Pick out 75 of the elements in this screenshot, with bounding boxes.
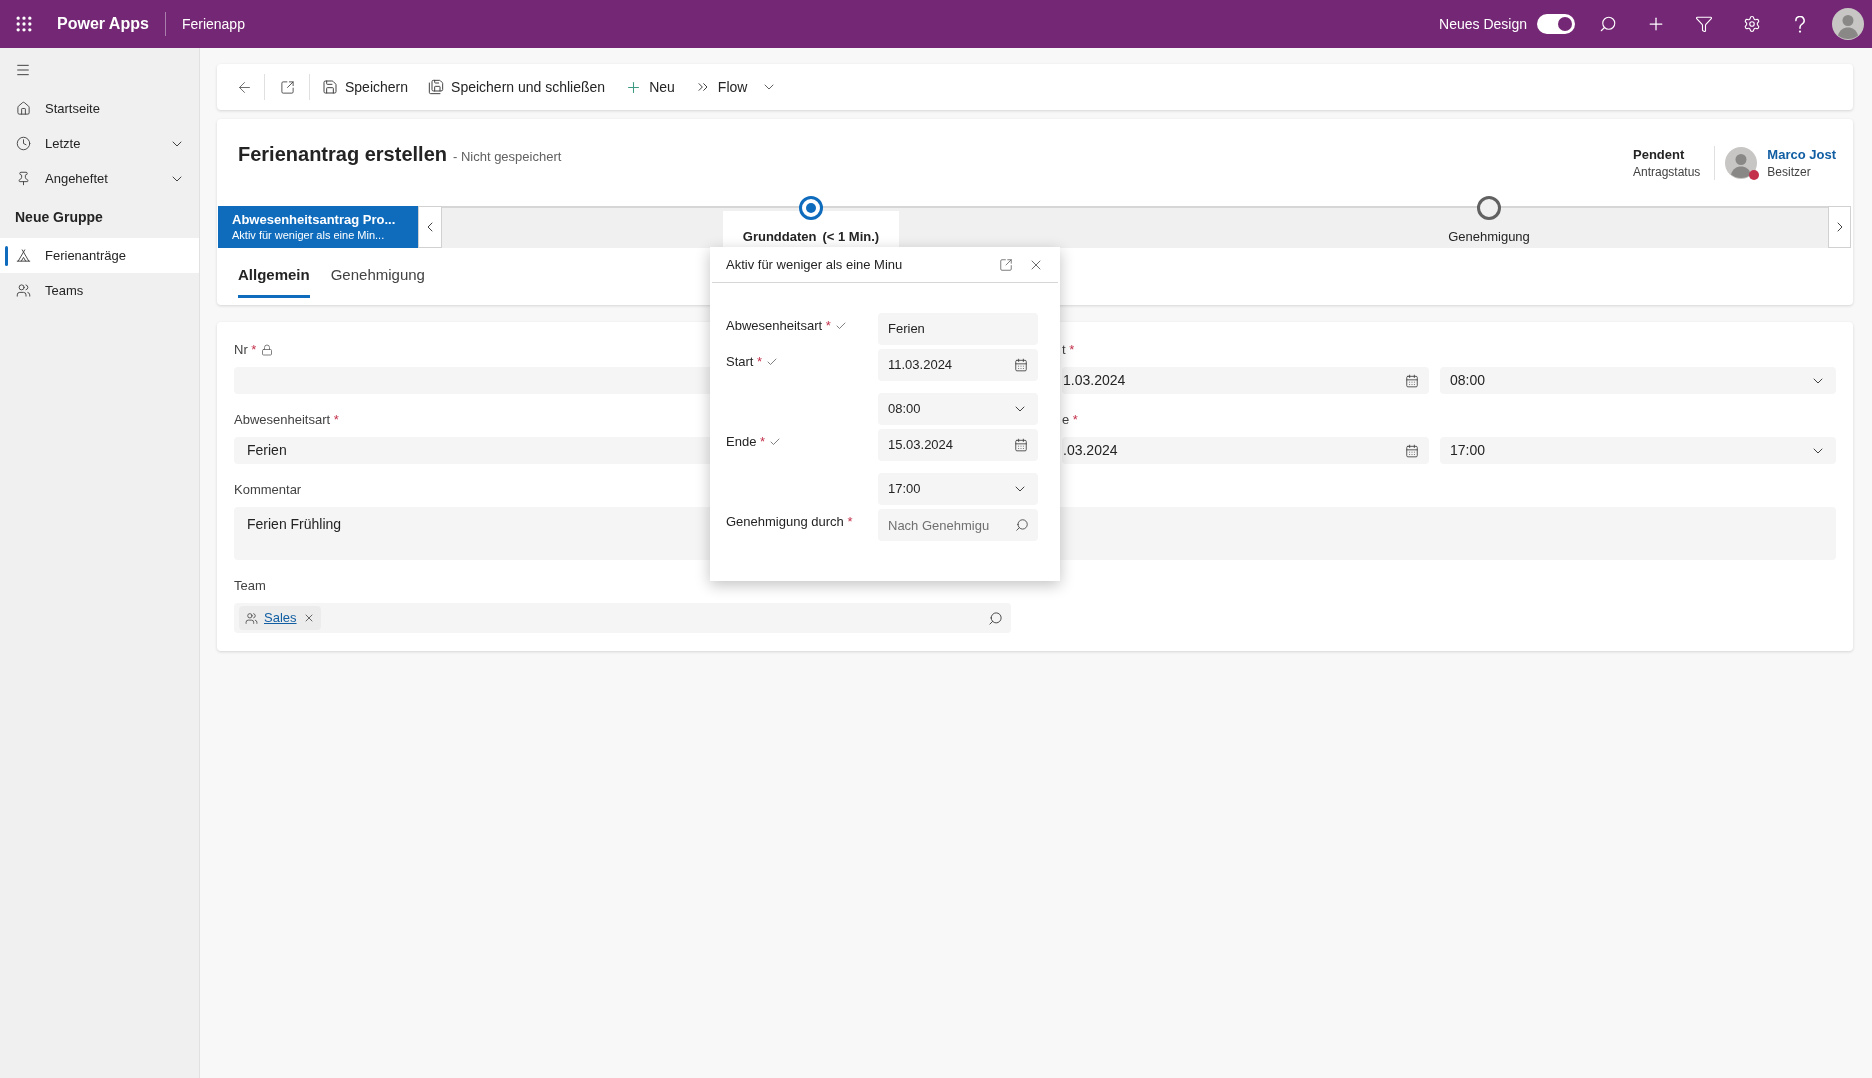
- owner-link[interactable]: Marco Jost: [1767, 146, 1836, 164]
- avatar-icon: [1725, 147, 1758, 179]
- save-and-close-button[interactable]: Speichern und schließen: [420, 71, 614, 103]
- form-tab[interactable]: Genehmigung: [330, 248, 425, 298]
- status-label: Antragstatus: [1633, 164, 1701, 180]
- menu-icon: [15, 62, 31, 78]
- field-label: Nr *: [234, 341, 257, 359]
- field-label: Abwesenheitsart *: [726, 317, 831, 335]
- sidebar-item[interactable]: Startseite: [0, 91, 199, 126]
- sidebar-item[interactable]: Letzte: [0, 126, 199, 161]
- group-heading: Neue Gruppe: [14, 208, 104, 227]
- owner-role: Besitzer: [1767, 164, 1812, 180]
- field-label: Start *: [726, 353, 763, 371]
- status-value: Pendent: [1633, 146, 1686, 164]
- calendar-icon: [1014, 358, 1028, 372]
- date-field[interactable]: .03.2024: [1062, 437, 1429, 464]
- calendar-icon: [1405, 373, 1419, 388]
- search-icon: [1015, 518, 1029, 532]
- next-stage-button[interactable]: [1828, 206, 1851, 248]
- date-field[interactable]: 15.03.2024: [878, 429, 1038, 461]
- tent-icon: [16, 248, 31, 263]
- home-icon: [16, 101, 31, 116]
- avatar-icon: [1832, 8, 1864, 40]
- time-dropdown[interactable]: 17:00: [878, 473, 1038, 505]
- pin-icon: [16, 171, 31, 186]
- field-label: t *: [1062, 341, 1075, 359]
- field-label: Kommentar: [234, 481, 302, 499]
- calendar-icon: [1405, 443, 1419, 458]
- field-label: Genehmigung durch *: [726, 513, 853, 531]
- save-status: - Nicht gespeichert: [452, 148, 562, 166]
- sidebar-item[interactable]: Angeheftet: [0, 161, 199, 196]
- lookup-field[interactable]: Sales: [234, 603, 1011, 633]
- app-title: Ferienapp: [181, 14, 245, 34]
- stage-tab[interactable]: Grunddaten (< 1 Min.): [722, 211, 900, 248]
- time-dropdown[interactable]: 17:00: [1440, 437, 1836, 464]
- filter-icon: [1695, 15, 1713, 33]
- design-toggle[interactable]: [1537, 14, 1575, 34]
- date-field[interactable]: 11.03.2024: [878, 349, 1038, 381]
- radio-dot-icon: [799, 196, 823, 220]
- search-icon: [988, 610, 1003, 626]
- process-duration: Aktiv für weniger als eine Min...: [232, 227, 386, 243]
- search-icon: [1599, 15, 1617, 33]
- save-icon: [322, 79, 338, 95]
- field-label: Team: [234, 577, 266, 595]
- sidebar-item[interactable]: Ferienanträge: [0, 238, 199, 273]
- form-tab[interactable]: Allgemein: [238, 248, 310, 298]
- flyout-title: Aktiv für weniger als eine Minu: [726, 255, 904, 274]
- time-dropdown[interactable]: 08:00: [1440, 367, 1836, 394]
- floppy-disks-icon: [428, 79, 445, 95]
- field-label: Abwesenheitsart *: [234, 411, 339, 429]
- date-field[interactable]: 1.03.2024: [1062, 367, 1429, 394]
- settings-icon: [1743, 15, 1761, 33]
- help-icon: [1795, 15, 1805, 33]
- people-icon: [245, 611, 258, 625]
- toggle-label: Neues Design: [1439, 14, 1527, 34]
- team-link[interactable]: Sales: [264, 608, 297, 628]
- new-button[interactable]: Neu: [617, 71, 683, 103]
- sidebar-item[interactable]: Teams: [0, 273, 199, 308]
- time-dropdown[interactable]: 08:00: [878, 393, 1038, 425]
- stage-tab[interactable]: Genehmigung: [1428, 211, 1550, 248]
- previous-stage-button[interactable]: [418, 206, 442, 248]
- process-name: Abwesenheitsantrag Pro...: [232, 211, 397, 228]
- record-title: Ferienantrag erstellen: [238, 142, 447, 167]
- flow-button[interactable]: Flow: [686, 71, 756, 103]
- lookup-field[interactable]: Nach Genehmigu: [878, 509, 1038, 541]
- external-link-icon: [999, 257, 1013, 272]
- app-name: Power Apps: [57, 14, 149, 34]
- waffle-icon: [14, 14, 34, 34]
- calendar-icon: [1014, 438, 1028, 452]
- people-icon: [16, 283, 31, 298]
- save-button[interactable]: Speichern: [314, 71, 417, 103]
- field-label: e *: [1062, 411, 1078, 429]
- text-field[interactable]: Ferien: [878, 313, 1038, 345]
- clock-icon: [16, 136, 31, 151]
- external-link-icon: [279, 79, 295, 95]
